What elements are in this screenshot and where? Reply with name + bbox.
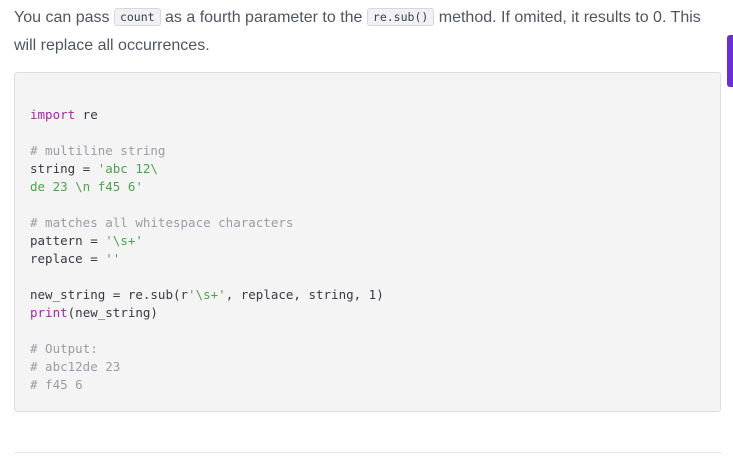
code-comment: # multiline string [30,143,166,158]
code-line: replace = '' [30,250,384,268]
code-text: pattern = [30,233,106,248]
code-line: string = 'abc 12\ [30,160,384,178]
code-keyword: import [30,107,76,122]
code-line: print(new_string) [30,304,384,322]
code-line: new_string = re.sub(r'\s+', replace, str… [30,286,384,304]
code-text: re [75,107,98,122]
code-comment: # Output: [30,341,98,356]
code-line: pattern = '\s+' [30,232,384,250]
side-feedback-tab[interactable] [727,35,733,87]
code-line: import re [30,106,384,124]
code-comment: # abc12de 23 [30,359,121,374]
code-string: '\s+' [188,287,226,302]
code-comment: # f45 6 [30,377,83,392]
intro-text-1: You can pass [14,9,114,26]
section-divider [14,452,722,453]
code-content: import re # multiline string string = 'abc… [30,106,384,394]
code-text: , replace, string, 1) [225,287,384,302]
code-line: de 23 \n f45 6' [30,178,384,196]
code-text: replace = [30,251,106,266]
code-string: de 23 \n f45 6' [30,179,143,194]
inline-code-count: count [113,8,161,26]
code-comment: # matches all whitespace characters [30,215,294,230]
code-block: import re # multiline string string = 'abc… [14,72,721,412]
code-builtin: print [30,305,68,320]
intro-text-2: as a fourth parameter to the [160,9,367,26]
code-string: 'abc 12\ [97,161,158,176]
inline-code-re-sub: re.sub() [366,8,435,26]
code-text: (new_string) [67,305,158,320]
code-text: string = [30,161,98,176]
intro-paragraph: You can pass count as a fourth parameter… [14,4,726,59]
code-string: '\s+' [105,233,143,248]
code-string: '' [105,251,121,266]
code-text: new_string = re.sub(r [30,287,189,302]
